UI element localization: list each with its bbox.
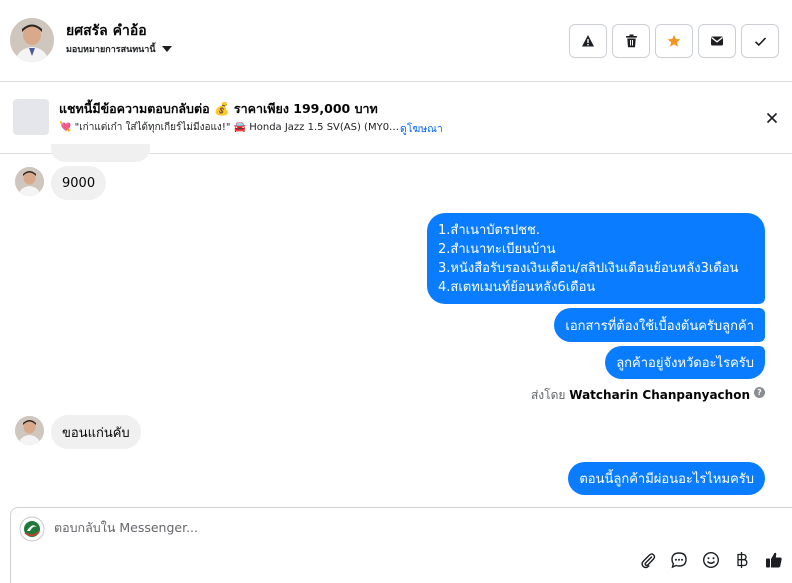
outgoing-message: เอกสารที่ต้องใช้เบื้องต้นครับลูกค้า [554,308,765,342]
assign-conversation-dropdown[interactable]: มอบหมายการสนทนานี้ [66,42,172,56]
mark-unread-button[interactable] [698,24,736,58]
check-icon [754,36,766,46]
emoji-button[interactable] [700,549,722,571]
star-button[interactable] [655,24,693,58]
payment-button[interactable] [731,549,753,571]
sender-avatar [15,416,44,445]
chevron-down-icon [161,46,172,52]
ad-thumbnail [13,99,49,135]
assign-label: มอบหมายการสนทนานี้ [66,45,156,55]
ad-title: แชทนี้มีข้อความตอบกลับต่อ 💰 ราคาเพียง 19… [59,101,378,116]
paperclip-icon [641,553,656,569]
thumbs-up-icon [766,552,782,568]
message-composer [10,507,792,583]
star-icon [667,34,681,47]
emoji-icon [702,551,720,569]
conversation-header: ยศสรัล คำอ้อ มอบหมายการสนทนานี้ [0,0,792,82]
page-logo-icon [19,516,45,542]
mark-done-button[interactable] [741,24,779,58]
avatar-photo [10,18,54,62]
message-line: 4.สเตทเมนท์ย้อนหลัง6เดือน [438,279,596,295]
message-line: 2.สำเนาทะเบียนบ้าน [438,241,556,257]
attach-button[interactable] [637,549,659,571]
incoming-message: ขอนแก่นคับ [51,415,141,449]
thumbs-up-button[interactable] [763,549,785,571]
ad-subtitle: 💘 "เก่าแต่เก๋า ใส่ได้ทุกเกียร์ไม่มีงอแง!… [59,122,400,133]
incoming-message: 9000 [51,166,107,200]
reply-input[interactable] [54,520,654,535]
outgoing-message-list: 1.สำเนาบัตรปชช. 2.สำเนาทะเบียนบ้าน 3.หนั… [427,213,765,304]
outgoing-message: ตอนนี้ลูกค้ามีผ่อนอะไรไหมครับ [568,462,765,495]
report-spam-button[interactable] [569,24,607,58]
header-actions [569,24,779,58]
sent-by-prefix: ส่งโดย [530,388,566,402]
sent-by-label: ส่งโดย Watcharin Chanpanyachon [531,386,765,405]
avatar-photo [15,416,44,445]
contact-name: ยศสรัล คำอ้อ [66,23,147,39]
view-ad-link[interactable]: ดูโฆษณา [400,120,443,137]
sent-by-name: Watcharin Chanpanyachon [569,388,750,402]
saved-replies-button[interactable] [668,549,690,571]
contact-avatar[interactable] [10,18,54,62]
envelope-icon [711,36,723,46]
close-banner-button[interactable] [762,108,782,128]
chat-bubble-icon [671,552,687,569]
close-icon [766,112,778,124]
warning-icon [582,35,594,47]
trash-icon [625,34,637,48]
baht-icon [737,552,748,568]
info-icon[interactable]: ? [754,387,765,398]
avatar-photo [15,167,44,196]
outgoing-message: ลูกค้าอยู่จังหวัดอะไรครับ [605,346,765,379]
message-line: 3.หนังสือรับรองเงินเดือน/สลิปเงินเดือนย้… [438,260,739,276]
delete-button[interactable] [612,24,650,58]
message-line: 1.สำเนาบัตรปชช. [438,222,540,238]
clipped-message-bubble [51,144,150,162]
sender-avatar [15,167,44,196]
